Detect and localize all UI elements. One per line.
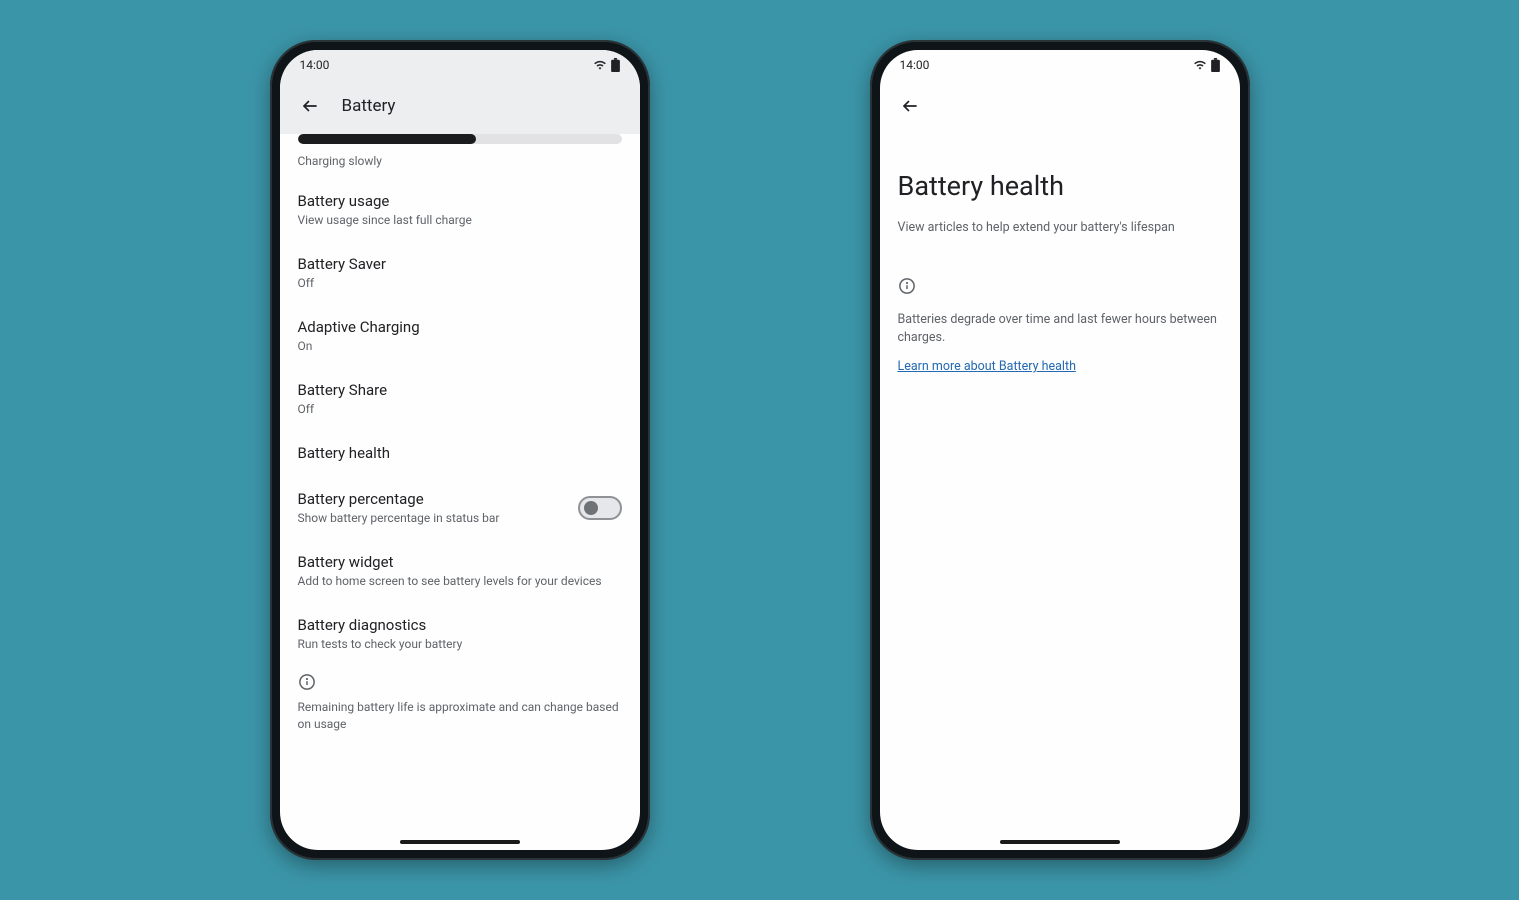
item-subtitle: Off [298,276,622,290]
battery-icon [1211,58,1220,72]
charging-status: Charging slowly [298,154,622,168]
battery-percentage-toggle[interactable] [578,496,622,520]
status-time: 14:00 [300,58,330,72]
app-bar: Battery [280,80,640,134]
status-bar: 14:00 [280,50,640,80]
item-battery-health[interactable]: Battery health [298,430,622,476]
item-title: Battery Saver [298,255,622,273]
footnote-text: Remaining battery life is approximate an… [298,699,622,733]
item-subtitle: Show battery percentage in status bar [298,511,500,525]
phone-mockup-battery-health: 14:00 Battery health View articles to he… [870,40,1250,860]
battery-progress-fill [298,134,476,144]
info-icon [298,673,316,691]
status-bar: 14:00 [880,50,1240,80]
battery-icon [611,58,620,72]
item-title: Battery diagnostics [298,616,622,634]
item-battery-percentage[interactable]: Battery percentage Show battery percenta… [298,476,622,539]
item-adaptive-charging[interactable]: Adaptive Charging On [298,304,622,367]
item-battery-widget[interactable]: Battery widget Add to home screen to see… [298,539,622,602]
item-battery-saver[interactable]: Battery Saver Off [298,241,622,304]
item-battery-share[interactable]: Battery Share Off [298,367,622,430]
battery-health-description: Batteries degrade over time and last few… [898,311,1222,347]
app-bar [880,80,1240,134]
item-title: Battery widget [298,553,622,571]
item-subtitle: Off [298,402,622,416]
item-battery-diagnostics[interactable]: Battery diagnostics Run tests to check y… [298,602,622,665]
arrow-left-icon [301,97,319,115]
page-title: Battery [342,96,396,116]
item-title: Battery usage [298,192,622,210]
item-title: Battery percentage [298,490,500,508]
arrow-left-icon [901,97,919,115]
info-icon [898,277,916,295]
gesture-bar[interactable] [1000,840,1120,844]
gesture-bar[interactable] [400,840,520,844]
phone-mockup-battery-settings: 14:00 Battery Charging slowly Battery us… [270,40,650,860]
back-button[interactable] [298,94,322,118]
toggle-thumb [584,501,598,515]
wifi-icon [1193,58,1207,72]
learn-more-link[interactable]: Learn more about Battery health [898,359,1076,374]
item-subtitle: On [298,339,622,353]
status-time: 14:00 [900,58,930,72]
battery-health-body: Batteries degrade over time and last few… [880,269,1240,374]
item-title: Battery Share [298,381,622,399]
page-subtitle: View articles to help extend your batter… [880,220,1240,269]
back-button[interactable] [898,94,922,118]
item-battery-usage[interactable]: Battery usage View usage since last full… [298,178,622,241]
wifi-icon [593,58,607,72]
item-title: Battery health [298,444,622,462]
page-title: Battery health [880,134,1240,220]
item-subtitle: Add to home screen to see battery levels… [298,574,622,588]
item-subtitle: Run tests to check your battery [298,637,622,651]
item-title: Adaptive Charging [298,318,622,336]
settings-list[interactable]: Battery usage View usage since last full… [280,178,640,850]
battery-progress-bar [298,134,622,144]
item-subtitle: View usage since last full charge [298,213,622,227]
